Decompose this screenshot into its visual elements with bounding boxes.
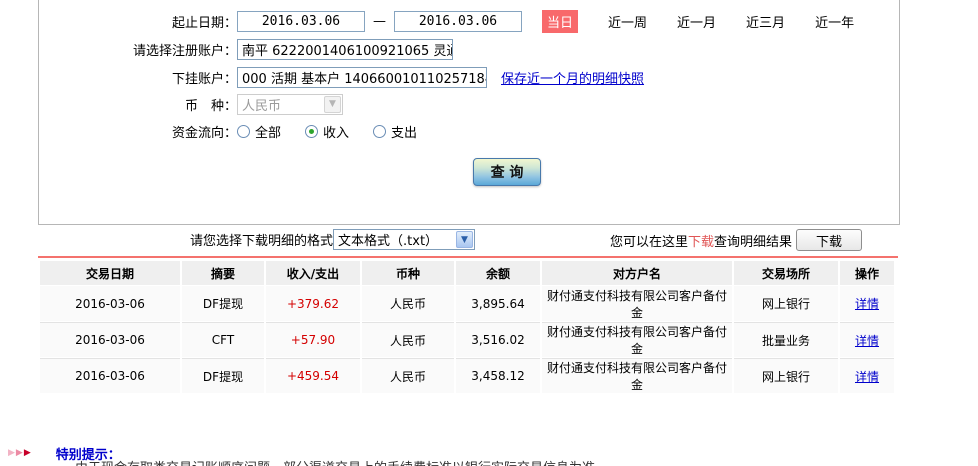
sub-account-label: 下挂账户： [171, 71, 237, 87]
sub-account-row: 下挂账户： 000 活期 基本户 1406600101102571848 ▼ 保… [49, 66, 644, 88]
col-header-currency: 币种 [362, 261, 454, 285]
currency-select: 人民币 ▼ [237, 93, 343, 115]
sub-account-select[interactable]: 000 活期 基本户 1406600101102571848 ▼ [237, 66, 487, 88]
range-quarter-button[interactable]: 近三月 [746, 12, 785, 31]
col-header-summary: 摘要 [182, 261, 264, 285]
cell-summary: DF提现 [182, 358, 264, 393]
cell-balance: 3,458.12 [456, 358, 540, 393]
download-button[interactable]: 下载 [796, 229, 862, 251]
chevron-down-icon: ▼ [456, 231, 474, 248]
date-range-label: 起止日期： [171, 15, 237, 31]
currency-label: 币 种： [184, 98, 237, 114]
cell-date: 2016-03-06 [40, 358, 180, 393]
currency-row: 币 种： 人民币 ▼ [49, 93, 343, 115]
download-format-group: 请您选择下载明细的格式 文本格式（.txt） ▼ [190, 229, 476, 250]
registered-account-row: 请选择注册账户： 南平 6222001406100921065 灵通卡 ▼ [49, 38, 453, 60]
registered-account-label: 请选择注册账户： [132, 43, 237, 59]
fund-flow-row: 资金流向： 全部 收入 支出 [49, 120, 441, 142]
cell-amount: +459.54 [266, 358, 360, 393]
cell-currency: 人民币 [362, 286, 454, 321]
cell-amount: +379.62 [266, 286, 360, 321]
currency-value: 人民币 [242, 98, 282, 114]
query-button[interactable]: 查 询 [473, 158, 541, 186]
radio-option-income[interactable]: 收入 [305, 122, 349, 141]
end-date-input[interactable] [394, 10, 522, 32]
detail-link[interactable]: 详情 [855, 334, 879, 348]
cell-summary: CFT [182, 322, 264, 357]
radio-button-icon[interactable] [305, 124, 319, 138]
cell-date: 2016-03-06 [40, 286, 180, 321]
cell-channel: 批量业务 [734, 322, 838, 357]
cell-balance: 3,516.02 [456, 322, 540, 357]
notice-text-clipped: 由于现金存取类交易记账顺序问题，部分渠道交易上的手续费标准以银行实际交易信息为准 [75, 457, 595, 466]
registered-account-select[interactable]: 南平 6222001406100921065 灵通卡 ▼ [237, 38, 453, 60]
cell-balance: 3,895.64 [456, 286, 540, 321]
range-week-button[interactable]: 近一周 [608, 12, 647, 31]
download-hint-group: 您可以在这里 下载 查询明细结果 下载 [610, 229, 862, 251]
query-form-panel: 起止日期： — 当日 近一周 近一月 近三月 近一年 请选择注册账户： 南平 6… [38, 0, 900, 225]
radio-label: 全部 [255, 125, 282, 141]
download-hint-prefix: 您可以在这里 [609, 234, 688, 250]
download-hint-suffix: 查询明细结果 [713, 234, 792, 250]
col-header-date: 交易日期 [40, 261, 180, 285]
cell-counterparty: 财付通支付科技有限公司客户备付金 [542, 322, 732, 357]
radio-button-icon[interactable] [237, 124, 250, 138]
start-date-input[interactable] [237, 10, 365, 32]
chevron-down-icon: ▼ [324, 95, 341, 113]
radio-label: 支出 [391, 125, 418, 141]
cell-currency: 人民币 [362, 322, 454, 357]
save-snapshot-link[interactable]: 保存近一个月的明细快照 [501, 68, 644, 87]
col-header-channel: 交易场所 [734, 261, 838, 285]
cell-amount: +57.90 [266, 322, 360, 357]
cell-currency: 人民币 [362, 358, 454, 393]
col-header-action: 操作 [840, 261, 894, 285]
range-today-button[interactable]: 当日 [542, 9, 579, 33]
radio-option-expense[interactable]: 支出 [373, 122, 417, 141]
range-month-button[interactable]: 近一月 [677, 12, 716, 31]
cell-date: 2016-03-06 [40, 322, 180, 357]
table-row: 2016-03-06 DF提现 +379.62 人民币 3,895.64 财付通… [40, 286, 894, 321]
table-header-row: 交易日期 摘要 收入/支出 币种 余额 对方户名 交易场所 操作 [40, 261, 894, 285]
cell-channel: 网上银行 [734, 358, 838, 393]
table-row: 2016-03-06 CFT +57.90 人民币 3,516.02 财付通支付… [40, 322, 894, 357]
radio-button-icon[interactable] [373, 124, 387, 138]
download-row: 请您选择下载明细的格式 文本格式（.txt） ▼ 您可以在这里 下载 查询明细结果 … [0, 229, 978, 252]
download-hint-link[interactable]: 下载 [688, 231, 714, 250]
sub-account-value: 000 活期 基本户 1406600101102571848 [242, 71, 487, 87]
transaction-query-page: 起止日期： — 当日 近一周 近一月 近三月 近一年 请选择注册账户： 南平 6… [0, 0, 978, 466]
download-format-value: 文本格式（.txt） [338, 234, 439, 249]
cell-counterparty: 财付通支付科技有限公司客户备付金 [542, 286, 732, 321]
transaction-table: 交易日期 摘要 收入/支出 币种 余额 对方户名 交易场所 操作 2016-03… [38, 260, 896, 394]
fund-flow-radio-group: 全部 收入 支出 [237, 122, 441, 141]
date-range-row: 起止日期： — 当日 近一周 近一月 近三月 近一年 [49, 9, 854, 33]
detail-link[interactable]: 详情 [855, 370, 879, 384]
fund-flow-label: 资金流向： [171, 125, 237, 141]
date-separator: — [373, 13, 386, 29]
download-format-label: 请您选择下载明细的格式 [190, 234, 334, 249]
red-divider [38, 256, 898, 258]
triangle-marker-icon: ▶ [23, 448, 31, 458]
triangle-marker-icon: ▶ [15, 448, 23, 458]
table-row: 2016-03-06 DF提现 +459.54 人民币 3,458.12 财付通… [40, 358, 894, 393]
radio-option-all[interactable]: 全部 [237, 122, 281, 141]
range-year-button[interactable]: 近一年 [815, 12, 854, 31]
cell-summary: DF提现 [182, 286, 264, 321]
cell-counterparty: 财付通支付科技有限公司客户备付金 [542, 358, 732, 393]
radio-label: 收入 [323, 125, 350, 141]
download-format-select[interactable]: 文本格式（.txt） ▼ [333, 229, 476, 250]
col-header-balance: 余额 [456, 261, 540, 285]
detail-link[interactable]: 详情 [855, 297, 879, 311]
triangle-marker-icon: ▶ [8, 448, 15, 458]
registered-account-value: 南平 6222001406100921065 灵通卡 [242, 43, 453, 59]
cell-channel: 网上银行 [734, 286, 838, 321]
col-header-amount: 收入/支出 [266, 261, 360, 285]
col-header-counterparty: 对方户名 [542, 261, 732, 285]
